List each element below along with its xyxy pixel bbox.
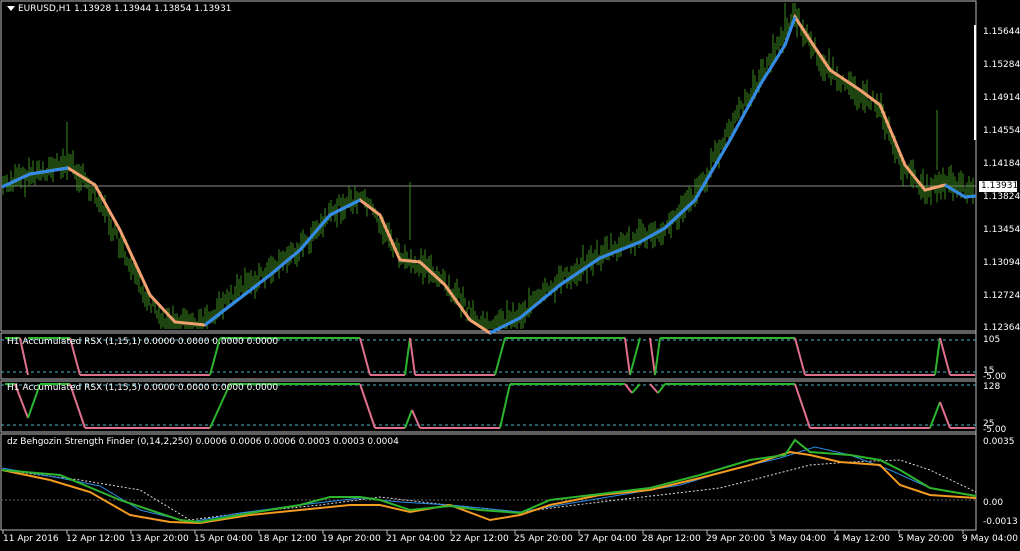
chart-title[interactable]: EURUSD,H1 1.13928 1.13944 1.13854 1.1393… <box>7 4 231 14</box>
rsx-transition <box>404 337 411 376</box>
time-label: 19 Apr 20:00 <box>322 534 381 544</box>
strength-panel-border <box>0 433 977 531</box>
time-label: 5 May 20:00 <box>898 534 954 544</box>
time-label: 13 Apr 20:00 <box>130 534 189 544</box>
main-panel-border <box>0 0 977 332</box>
rsx1-level-low-label: -5.00 <box>983 372 1007 382</box>
time-label: 28 Apr 12:00 <box>642 534 701 544</box>
strength-label: dz Behgozin Strength Finder (0,14,2,250)… <box>7 437 399 447</box>
rsx-transition <box>624 383 633 394</box>
rsx1-level-high-label: 105 <box>983 335 1001 345</box>
strength-level-low-label: -0.0013 <box>983 517 1018 527</box>
rsx-transition <box>629 337 641 376</box>
time-label: 29 Apr 20:00 <box>706 534 765 544</box>
rsx-transition <box>794 337 806 376</box>
rsx-transition <box>624 337 631 376</box>
price-label: 1.12724 <box>983 291 1020 301</box>
time-label: 18 Apr 12:00 <box>258 534 317 544</box>
symbol-info: EURUSD,H1 1.13928 1.13944 1.13854 1.1393… <box>18 4 232 14</box>
time-label: 21 Apr 04:00 <box>386 534 445 544</box>
price-label: 1.14184 <box>983 159 1020 169</box>
rsx2-level-high-label: 128 <box>983 382 1001 392</box>
ma-up-line <box>1 16 977 335</box>
price-label: 1.13454 <box>983 225 1020 235</box>
price-label: 1.15284 <box>983 60 1020 70</box>
rsx-transition <box>359 383 376 429</box>
strength-green-line <box>1 438 977 524</box>
rsx-transition <box>929 401 941 429</box>
price-label: 1.13824 <box>983 192 1020 202</box>
chart-canvas[interactable] <box>0 0 1020 551</box>
rsx-transition <box>939 401 951 429</box>
price-label: 1.15644 <box>983 27 1020 37</box>
rsx2-level-low-label: -5.00 <box>983 425 1007 435</box>
price-label: 1.14554 <box>983 126 1020 136</box>
rsx-transition <box>499 383 511 429</box>
chevron-down-icon[interactable] <box>7 6 15 11</box>
strength-level-zero-label: 0.00 <box>983 498 1004 508</box>
rsx-transition <box>794 383 811 429</box>
rsx-transition <box>409 337 416 376</box>
rsx-transition <box>649 337 656 376</box>
rsx-transition <box>359 337 371 376</box>
rsx1-label: H1 Accumulated RSX (1,15,1) 0.0000 0.000… <box>7 337 279 347</box>
time-label: 4 May 12:00 <box>834 534 890 544</box>
price-label: 1.13094 <box>983 258 1020 268</box>
price-label: 1.12364 <box>983 323 1020 333</box>
rsx2-label: H1 Accumulated RSX (1,15,5) 0.0000 0.000… <box>7 383 279 393</box>
time-label: 9 May 04:00 <box>962 534 1018 544</box>
time-label: 12 Apr 12:00 <box>66 534 125 544</box>
rsx-transition <box>494 337 506 376</box>
ma-down-line <box>1 13 977 335</box>
time-label: 22 Apr 12:00 <box>450 534 509 544</box>
rsx-transition <box>654 337 661 376</box>
strength-level-high-label: 0.0035 <box>983 437 1015 447</box>
time-label: 27 Apr 04:00 <box>578 534 637 544</box>
rsx-transition <box>939 337 951 376</box>
time-label: 25 Apr 20:00 <box>514 534 573 544</box>
time-label: 3 May 04:00 <box>770 534 826 544</box>
time-label: 11 Apr 2016 <box>3 534 59 544</box>
current-price-badge: 1.13931 <box>979 181 1019 192</box>
price-bars <box>2 3 974 329</box>
rsx-transition <box>934 337 941 376</box>
price-label: 1.14914 <box>983 93 1020 103</box>
time-label: 15 Apr 04:00 <box>194 534 253 544</box>
